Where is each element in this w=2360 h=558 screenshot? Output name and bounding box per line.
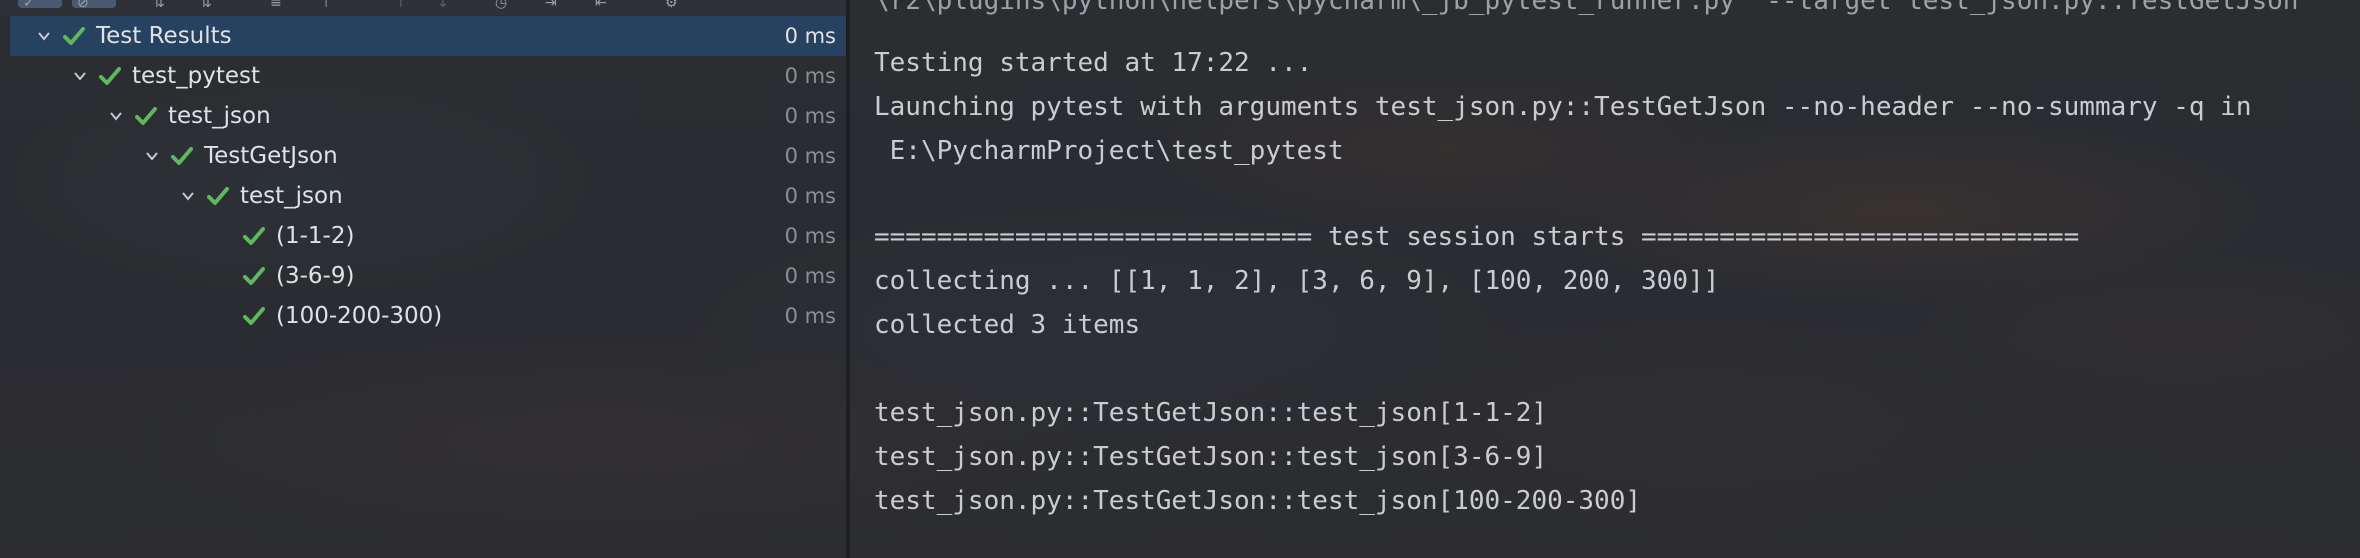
- console-line: test_json.py::TestGetJson::test_json[1-1…: [874, 398, 1548, 428]
- passed-check-icon: [98, 64, 122, 88]
- console-line: test_json.py::TestGetJson::test_json[3-6…: [874, 442, 1548, 472]
- passed-check-icon: [242, 264, 266, 288]
- passed-check-icon: [206, 184, 230, 208]
- import-icon[interactable]: ⇤: [590, 0, 614, 10]
- passed-check-icon: [134, 104, 158, 128]
- test-runner-toolbar: ✓ ⊘ ⇅ ⇅ ≡ ⊤ ↑ ↓ ◷ ⇥ ⇤ ⚙: [0, 0, 848, 15]
- test-name-label: test_json: [240, 183, 343, 209]
- console-line: Testing started at 17:22 ...: [874, 48, 1313, 78]
- cancel-filter-icon[interactable]: ⊘: [72, 0, 116, 10]
- console-line: E:\PycharmProject\test_pytest: [874, 136, 1344, 166]
- test-duration: 0 ms: [784, 224, 836, 248]
- history-icon[interactable]: ◷: [490, 0, 514, 10]
- test-duration: 0 ms: [784, 104, 836, 128]
- test-name-label: test_json: [168, 103, 271, 129]
- passed-check-icon: [242, 304, 266, 328]
- console-line: collecting ... [[1, 1, 2], [3, 6, 9], [1…: [874, 266, 1720, 296]
- test-duration: 0 ms: [784, 144, 836, 168]
- test-tree-row[interactable]: (3-6-9) 0 ms: [10, 256, 846, 296]
- test-name-label: TestGetJson: [204, 143, 338, 169]
- console-output[interactable]: \r2\plugins\python\helpers\pycharm\_jb_p…: [850, 0, 2360, 558]
- sort-duration-icon[interactable]: ⇅: [195, 0, 219, 10]
- sort-icon[interactable]: ⇅: [148, 0, 172, 10]
- test-name-label: Test Results: [96, 23, 232, 49]
- expand-all-icon[interactable]: ≡: [265, 0, 289, 10]
- test-tree-row[interactable]: TestGetJson 0 ms: [10, 136, 846, 176]
- test-name-label: test_pytest: [132, 63, 261, 89]
- test-tree-row[interactable]: (100-200-300) 0 ms: [10, 296, 846, 336]
- console-line: test_json.py::TestGetJson::test_json[100…: [874, 486, 1642, 516]
- console-line: Launching pytest with arguments test_jso…: [874, 92, 2252, 122]
- chevron-down-icon[interactable]: [34, 26, 54, 46]
- next-failed-icon[interactable]: ↓: [432, 0, 456, 10]
- passed-check-icon: [242, 224, 266, 248]
- prev-failed-icon[interactable]: ↑: [390, 0, 414, 10]
- export-icon[interactable]: ⇥: [540, 0, 564, 10]
- console-line: collected 3 items: [874, 310, 1141, 340]
- settings-icon[interactable]: ⚙: [660, 0, 684, 10]
- chevron-down-icon[interactable]: [142, 146, 162, 166]
- passed-check-icon: [170, 144, 194, 168]
- check-filter-icon[interactable]: ✓: [18, 0, 62, 10]
- test-tree-row[interactable]: test_pytest 0 ms: [10, 56, 846, 96]
- test-tree-row[interactable]: (1-1-2) 0 ms: [10, 216, 846, 256]
- console-line: \r2\plugins\python\helpers\pycharm\_jb_p…: [874, 0, 2299, 16]
- test-duration: 0 ms: [784, 264, 836, 288]
- test-tree-row[interactable]: test_json 0 ms: [10, 96, 846, 136]
- test-duration: 0 ms: [784, 24, 836, 48]
- test-results-tree: Test Results 0 ms test_pytest 0 ms test_json…: [0, 14, 846, 558]
- test-duration: 0 ms: [784, 64, 836, 88]
- console-line: ============================ test sessio…: [874, 222, 2080, 252]
- chevron-down-icon[interactable]: [70, 66, 90, 86]
- test-name-label: (3-6-9): [276, 263, 355, 289]
- test-duration: 0 ms: [784, 304, 836, 328]
- chevron-down-icon[interactable]: [178, 186, 198, 206]
- test-duration: 0 ms: [784, 184, 836, 208]
- collapse-all-icon[interactable]: ⊤: [315, 0, 339, 10]
- test-tree-row[interactable]: Test Results 0 ms: [10, 16, 846, 56]
- passed-check-icon: [62, 24, 86, 48]
- chevron-down-icon[interactable]: [106, 106, 126, 126]
- test-name-label: (100-200-300): [276, 303, 443, 329]
- test-name-label: (1-1-2): [276, 223, 355, 249]
- test-tree-row[interactable]: test_json 0 ms: [10, 176, 846, 216]
